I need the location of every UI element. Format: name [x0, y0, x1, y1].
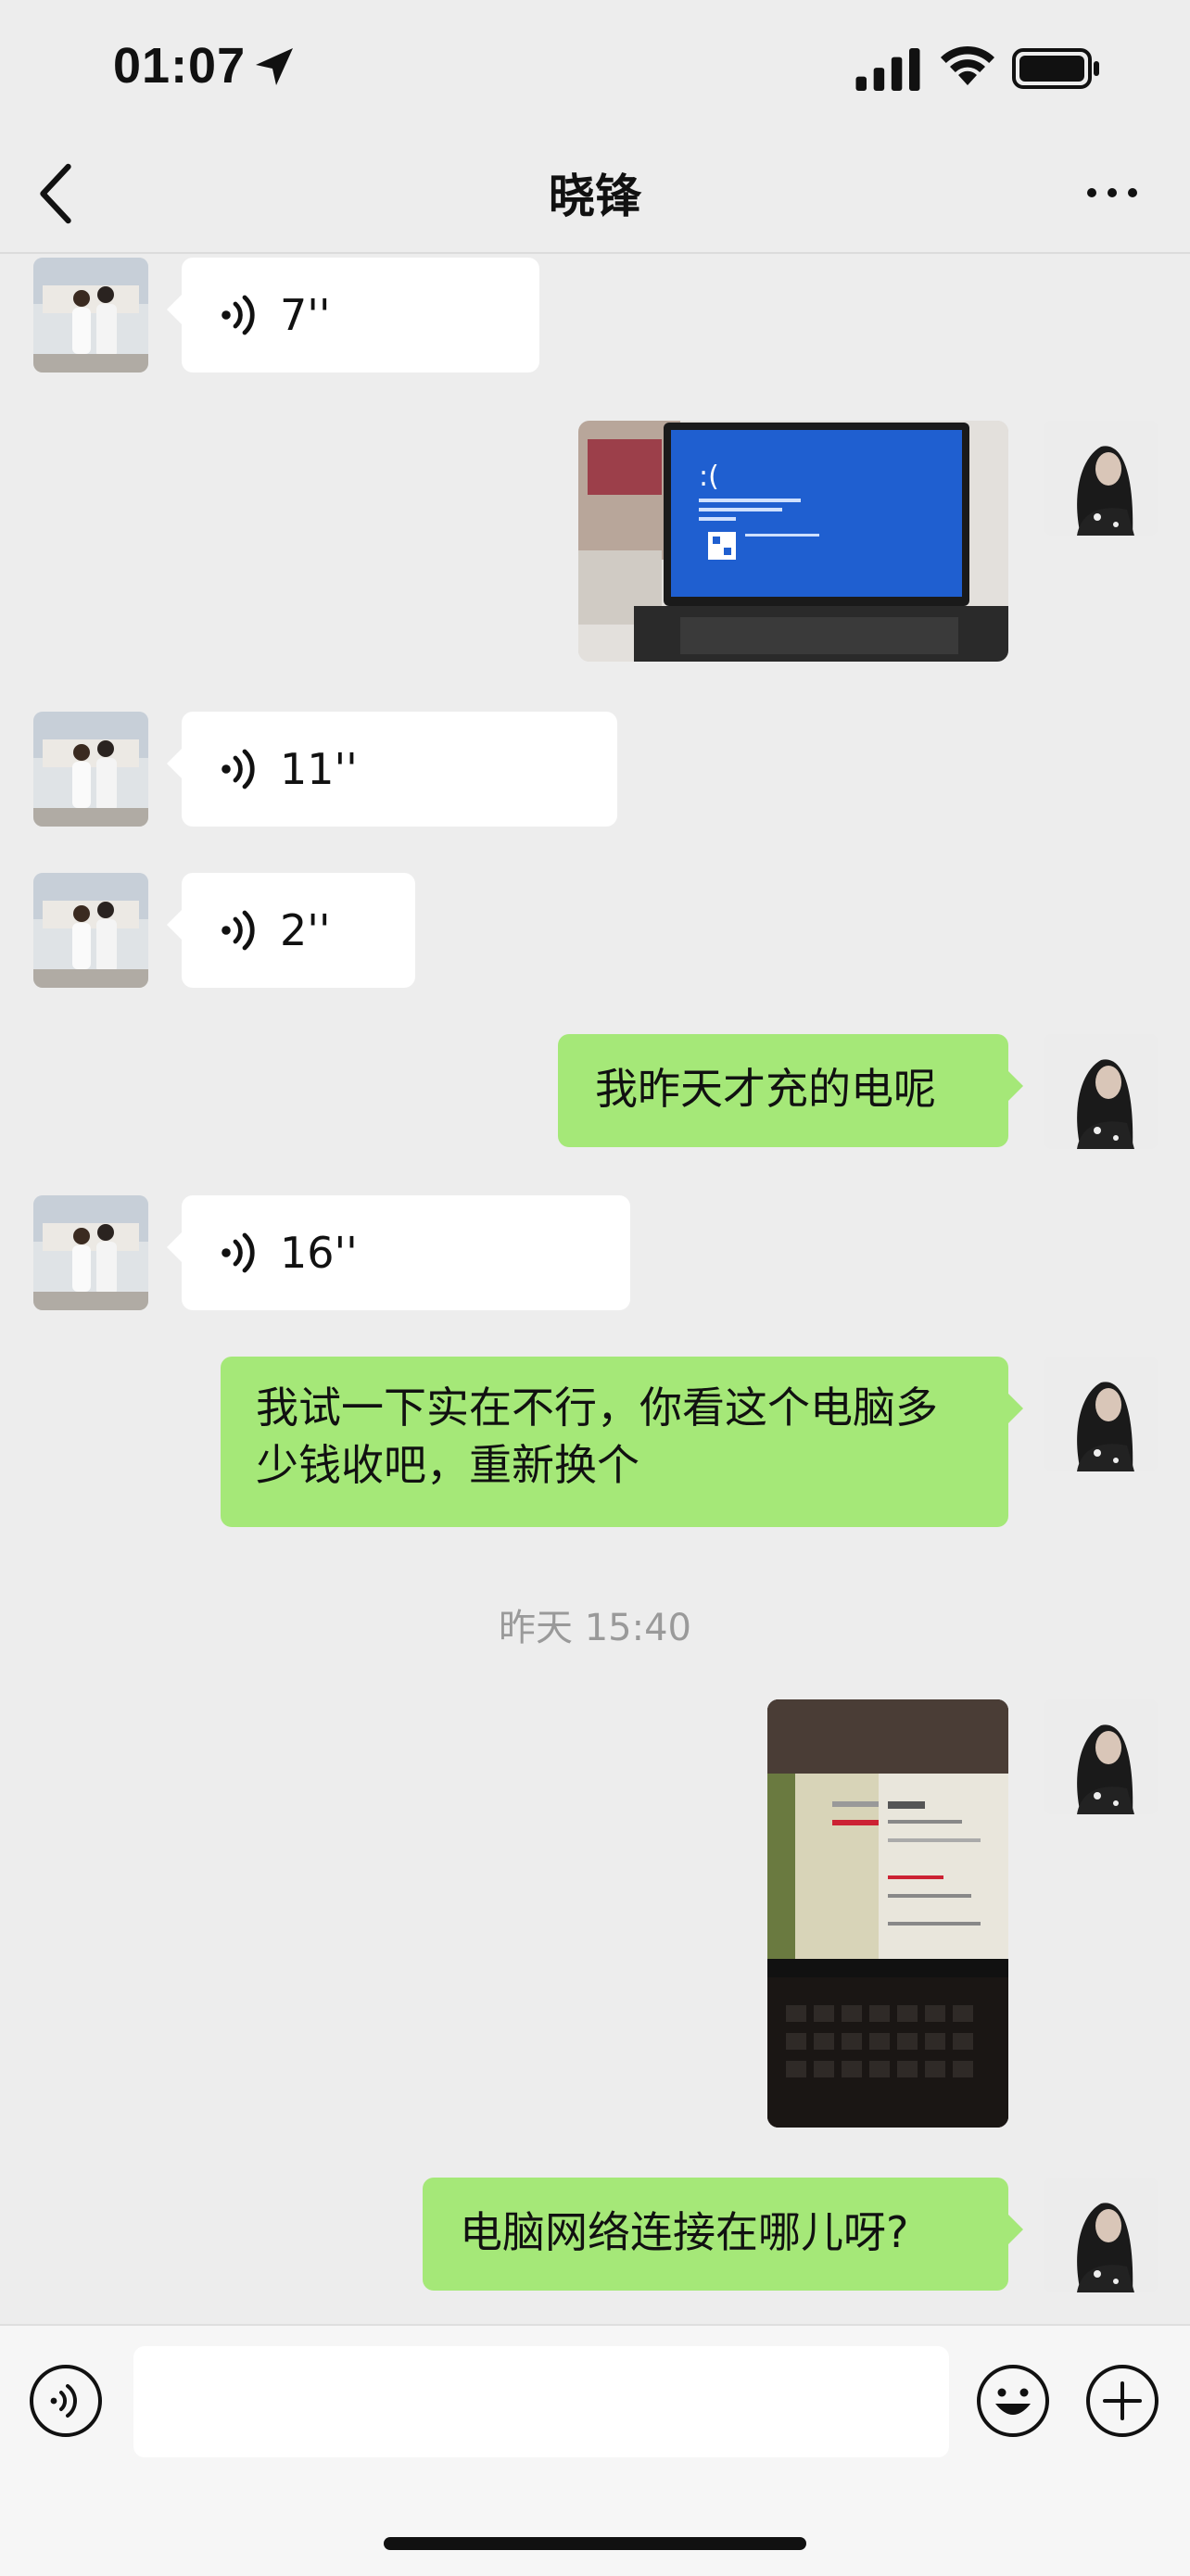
- voice-message[interactable]: 16'': [167, 1195, 630, 1310]
- laptop-blue-screen-photo-icon: :(: [578, 421, 1008, 662]
- home-indicator[interactable]: [384, 2537, 806, 2550]
- laptop-network-settings-photo-icon: [767, 1699, 1008, 2128]
- text-message[interactable]: 我昨天才充的电呢: [558, 1034, 1023, 1147]
- cellular-signal-icon: [855, 48, 920, 91]
- voice-duration: 11'': [280, 744, 358, 794]
- contact-avatar[interactable]: [33, 873, 148, 988]
- message-text: 我试一下实在不行，你看这个电脑多少钱收吧，重新换个: [256, 1383, 938, 1490]
- voice-wave-icon: [222, 295, 255, 335]
- voice-duration: 7'': [280, 290, 331, 340]
- add-plus-icon[interactable]: [1084, 2363, 1160, 2439]
- contact-avatar[interactable]: [33, 258, 148, 373]
- photo-message[interactable]: :(: [578, 421, 1008, 662]
- text-message[interactable]: 电脑网络连接在哪儿呀?: [423, 2178, 1023, 2291]
- my-avatar[interactable]: [1044, 421, 1158, 536]
- voice-duration: 2'': [280, 905, 331, 955]
- message-text: 电脑网络连接在哪儿呀?: [460, 2207, 909, 2257]
- voice-duration: 16'': [280, 1228, 358, 1278]
- text-message[interactable]: 我试一下实在不行，你看这个电脑多少钱收吧，重新换个: [221, 1357, 1023, 1527]
- voice-wave-icon: [222, 749, 255, 789]
- my-avatar[interactable]: [1044, 1357, 1158, 1471]
- voice-wave-icon: [222, 910, 255, 951]
- voice-message[interactable]: 11'': [167, 712, 617, 827]
- my-avatar[interactable]: [1044, 1034, 1158, 1149]
- svg-text::(: :(: [699, 461, 719, 493]
- message-input[interactable]: [133, 2346, 949, 2457]
- voice-wave-icon: [222, 1232, 255, 1273]
- more-options-icon[interactable]: [1084, 182, 1140, 204]
- status-time: 01:07: [113, 38, 247, 94]
- voice-message[interactable]: 2'': [167, 873, 415, 988]
- photo-message[interactable]: [767, 1699, 1008, 2128]
- wifi-icon: [941, 45, 994, 85]
- voice-input-toggle-icon[interactable]: [28, 2363, 104, 2439]
- my-avatar[interactable]: [1044, 2178, 1158, 2292]
- chat-title: 晓锋: [549, 170, 641, 223]
- chat-timestamp: 昨天 15:40: [499, 1607, 691, 1649]
- contact-avatar[interactable]: [33, 1195, 148, 1310]
- voice-message[interactable]: 7'': [167, 258, 539, 373]
- emoji-icon[interactable]: [975, 2363, 1051, 2439]
- location-arrow-icon: [256, 48, 293, 85]
- contact-avatar[interactable]: [33, 712, 148, 827]
- my-avatar[interactable]: [1044, 1699, 1158, 1814]
- message-text: 我昨天才充的电呢: [595, 1064, 936, 1114]
- battery-icon: [1012, 48, 1099, 89]
